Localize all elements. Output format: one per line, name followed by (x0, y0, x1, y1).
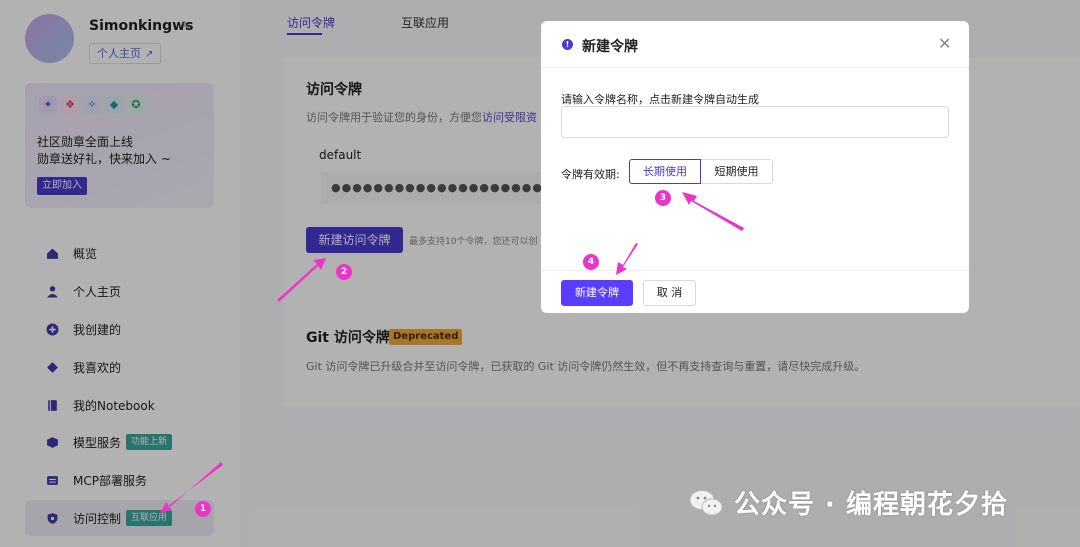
long-term-option[interactable]: 长期使用 (629, 159, 701, 184)
new-token-dialog: ! 新建令牌 ✕ 请输入令牌名称，点击新建令牌自动生成 令牌有效期: 长期使用 … (541, 21, 969, 313)
divider (541, 270, 969, 271)
create-token-button[interactable]: 新建令牌 (561, 280, 633, 306)
token-name-label: 请输入令牌名称，点击新建令牌自动生成 (561, 93, 759, 106)
close-icon[interactable]: ✕ (938, 34, 951, 53)
dialog-title: 新建令牌 (582, 39, 638, 55)
wechat-icon (689, 489, 723, 515)
short-term-option[interactable]: 短期使用 (701, 159, 773, 184)
validity-label: 令牌有效期: (561, 168, 620, 181)
watermark-text: 公众号 · 编程朝花夕拾 (734, 490, 1008, 520)
step-marker-1: 1 (195, 501, 211, 517)
info-icon: ! (562, 39, 573, 50)
wechat-watermark: 公众号 · 编程朝花夕拾 (688, 484, 1008, 521)
step-marker-4: 4 (583, 254, 599, 270)
step-marker-3: 3 (655, 190, 671, 206)
token-name-input[interactable] (561, 106, 949, 138)
step-marker-2: 2 (336, 264, 352, 280)
cancel-button[interactable]: 取 消 (643, 280, 696, 306)
divider (541, 67, 969, 68)
